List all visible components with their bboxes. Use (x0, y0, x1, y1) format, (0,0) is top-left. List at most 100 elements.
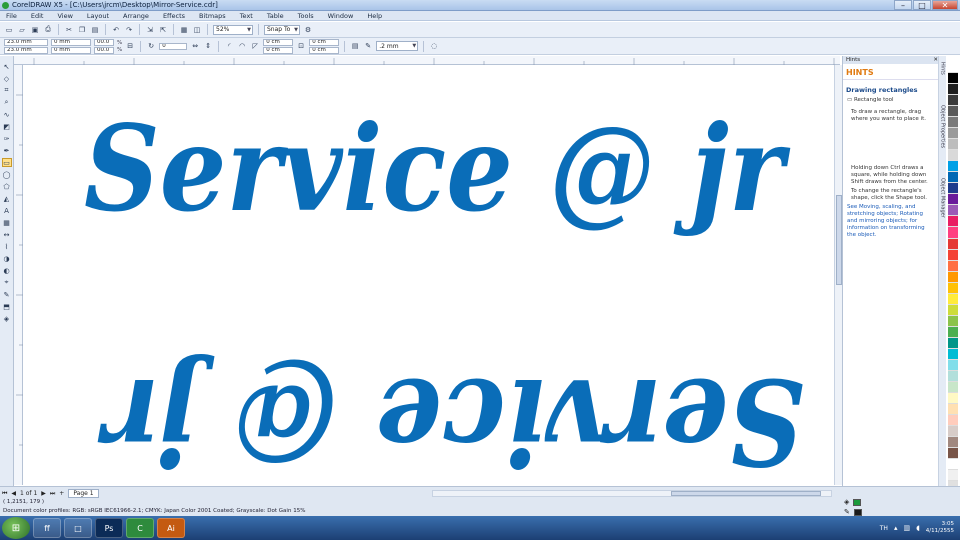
input-language[interactable]: TH (880, 525, 888, 532)
import-icon[interactable]: ⇲ (145, 25, 155, 35)
palette-swatch[interactable] (948, 359, 958, 371)
height-field[interactable]: 0 mm (51, 46, 91, 54)
palette-swatch[interactable] (948, 304, 958, 316)
palette-swatch[interactable] (948, 260, 958, 272)
smart-fill-icon[interactable]: ◩ (2, 122, 12, 131)
palette-swatch[interactable] (948, 337, 958, 349)
palette-swatch[interactable] (948, 139, 958, 151)
text-tool-icon[interactable]: A (2, 206, 12, 215)
palette-swatch[interactable] (948, 194, 958, 206)
palette-swatch[interactable] (948, 216, 958, 228)
mirror-horizontal-icon[interactable]: ⇔ (190, 41, 200, 51)
transparency-tool-icon[interactable]: ◐ (2, 266, 12, 275)
welcome-screen-icon[interactable]: ◫ (192, 25, 202, 35)
chamfer-corner-icon[interactable]: ◸ (250, 41, 260, 51)
tab-object-manager[interactable]: Object Manager (940, 178, 946, 218)
snap-to-combo[interactable]: Snap To ▼ (264, 24, 300, 35)
wrap-text-icon[interactable]: ▤ (350, 41, 360, 51)
eyedropper-tool-icon[interactable]: ⌖ (2, 278, 12, 287)
tab-hints[interactable]: Hints (940, 62, 946, 75)
start-button[interactable]: ⊞ (2, 517, 30, 539)
basic-shapes-icon[interactable]: ◭ (2, 194, 12, 203)
rectangle-tool-icon[interactable]: ▭ (1, 158, 12, 167)
palette-swatch[interactable] (948, 293, 958, 305)
polygon-tool-icon[interactable]: ⬠ (2, 182, 12, 191)
open-icon[interactable]: ▱ (17, 25, 27, 35)
menu-view[interactable]: View (57, 12, 72, 20)
width-field[interactable]: 0 mm (51, 38, 91, 46)
menu-tools[interactable]: Tools (298, 12, 314, 20)
freehand-tool-icon[interactable]: ∿ (2, 110, 12, 119)
paste-icon[interactable]: ▤ (90, 25, 100, 35)
print-icon[interactable]: ⎙ (43, 25, 53, 35)
drawing-canvas[interactable]: Service @ jr Service @ jr (24, 65, 834, 485)
save-icon[interactable]: ▣ (30, 25, 40, 35)
palette-swatch[interactable] (948, 348, 958, 360)
interactive-fill-icon[interactable]: ◈ (2, 314, 12, 323)
undo-icon[interactable]: ↶ (111, 25, 121, 35)
menu-help[interactable]: Help (367, 12, 382, 20)
pen-tool-icon[interactable]: ✒ (2, 146, 12, 155)
maximize-button[interactable]: □ (913, 0, 931, 10)
service-text-mirrored[interactable]: Service @ jr (97, 352, 804, 485)
last-page-icon[interactable]: ⏭ (50, 490, 55, 498)
document-color-profile[interactable]: Document color profiles: RGB: sRGB IEC61… (3, 508, 305, 514)
corner-radius-field[interactable]: 0 cm (263, 38, 294, 46)
blend-tool-icon[interactable]: ◑ (2, 254, 12, 263)
palette-swatch[interactable] (948, 437, 958, 449)
palette-swatch[interactable] (948, 459, 958, 471)
taskbar-illustrator[interactable]: Ai (157, 518, 185, 538)
palette-swatch[interactable] (948, 271, 958, 283)
palette-swatch[interactable] (948, 315, 958, 327)
palette-swatch[interactable] (948, 183, 958, 195)
palette-swatch[interactable] (948, 161, 958, 173)
scale-x-field[interactable]: 00.0 (94, 38, 114, 46)
clock[interactable]: 3:05 4/11/2555 (926, 521, 954, 535)
pick-tool-icon[interactable]: ↖ (2, 62, 12, 71)
convert-to-curves-icon[interactable]: ◌ (429, 41, 439, 51)
mirror-vertical-icon[interactable]: ⇕ (203, 41, 213, 51)
menu-bitmaps[interactable]: Bitmaps (199, 12, 226, 20)
palette-swatch[interactable] (948, 128, 958, 140)
taskbar-explorer[interactable]: □ (64, 518, 92, 538)
palette-swatch[interactable] (948, 205, 958, 217)
fill-tool-icon[interactable]: ⬒ (2, 302, 12, 311)
add-page-icon[interactable]: + (59, 490, 64, 497)
palette-swatch[interactable] (948, 227, 958, 239)
lock-ratio-icon[interactable]: ⊟ (125, 41, 135, 51)
palette-swatch[interactable] (948, 106, 958, 118)
outline-width-combo[interactable]: .2 mm ▼ (376, 41, 419, 51)
menu-text[interactable]: Text (240, 12, 253, 20)
artistic-media-icon[interactable]: ✑ (2, 134, 12, 143)
redo-icon[interactable]: ↷ (124, 25, 134, 35)
zoom-tool-icon[interactable]: ⌕ (2, 98, 12, 107)
palette-swatch[interactable] (948, 448, 958, 460)
menu-table[interactable]: Table (267, 12, 284, 20)
palette-swatch[interactable] (948, 470, 958, 482)
shape-tool-icon[interactable]: ◇ (2, 74, 12, 83)
corel-app-icon[interactable] (2, 2, 9, 9)
new-icon[interactable]: ▭ (4, 25, 14, 35)
ellipse-tool-icon[interactable]: ◯ (2, 170, 12, 179)
dimension-tool-icon[interactable]: ↔ (2, 230, 12, 239)
corner-radius-field[interactable]: 0 cm (309, 46, 340, 54)
rotation-field[interactable]: 0 (159, 42, 188, 50)
outline-icon[interactable]: ✎ (363, 41, 373, 51)
outline-pen-icon[interactable]: ✎ (2, 290, 12, 299)
zoom-level-combo[interactable]: 52% ▼ (213, 24, 253, 35)
minimize-button[interactable]: – (894, 0, 912, 10)
connector-tool-icon[interactable]: ⌇ (2, 242, 12, 251)
menu-edit[interactable]: Edit (31, 12, 44, 20)
menu-window[interactable]: Window (328, 12, 354, 20)
scallop-corner-icon[interactable]: ◠ (237, 41, 247, 51)
taskbar-coreldraw[interactable]: C (126, 518, 154, 538)
tray-chevron-icon[interactable]: ▴ (894, 524, 898, 532)
first-page-icon[interactable]: ⏮ (2, 490, 7, 498)
table-tool-icon[interactable]: ▦ (2, 218, 12, 227)
palette-swatch[interactable] (948, 150, 958, 162)
export-icon[interactable]: ⇱ (158, 25, 168, 35)
horizontal-ruler[interactable] (14, 56, 840, 65)
outline-indicator[interactable]: ✎ (844, 508, 862, 516)
menu-arrange[interactable]: Arrange (123, 12, 149, 20)
volume-icon[interactable]: ◖ (916, 524, 920, 532)
